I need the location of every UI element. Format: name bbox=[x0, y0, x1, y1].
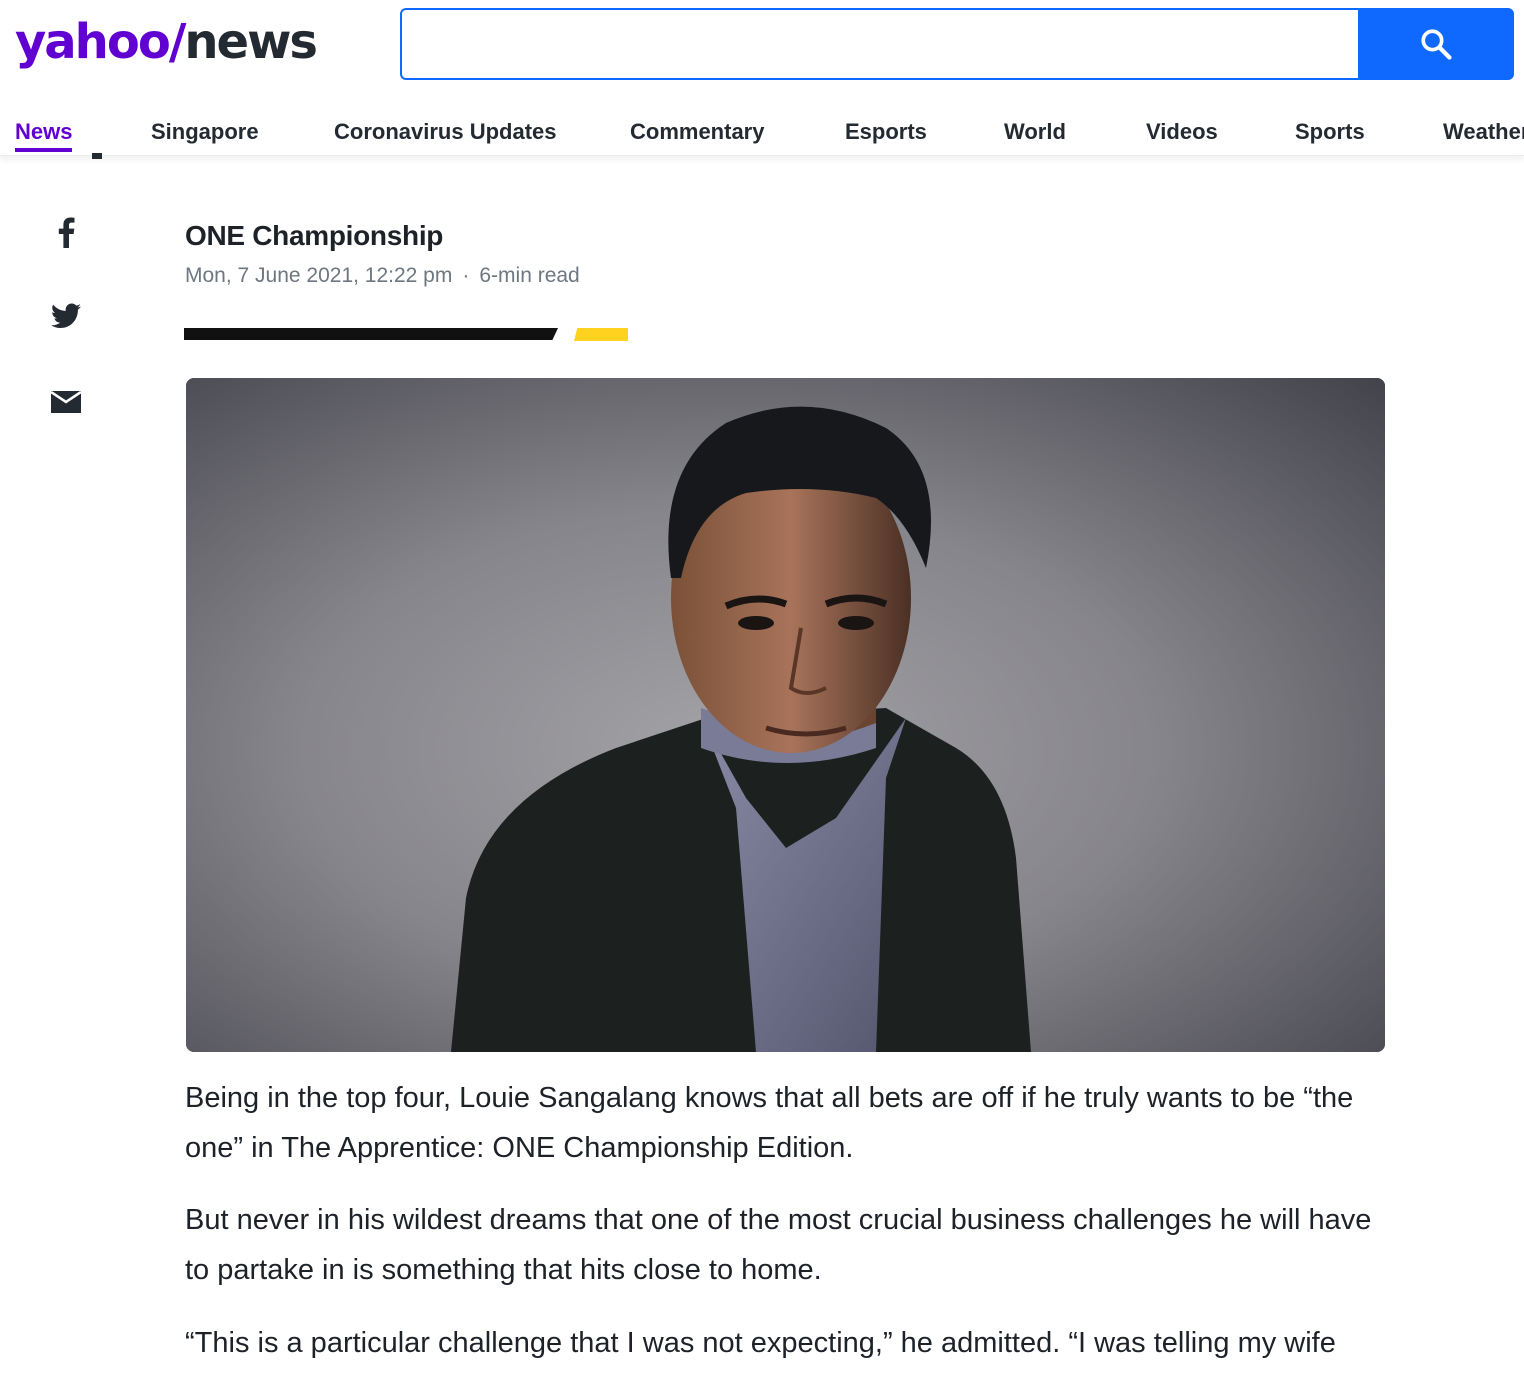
search-icon bbox=[1421, 29, 1452, 60]
article-date: Mon, 7 June 2021, 12:22 pm bbox=[185, 264, 453, 287]
nav-item-sports[interactable]: Sports bbox=[1295, 118, 1365, 146]
nav-item-videos[interactable]: Videos bbox=[1146, 118, 1218, 146]
search-box bbox=[400, 8, 1360, 80]
yahoo-news-logo[interactable]: yahoo/news bbox=[15, 12, 318, 72]
site-header: yahoo/news bbox=[0, 0, 1524, 100]
provider-brand-accent bbox=[574, 328, 628, 341]
provider-brand-bar bbox=[184, 328, 558, 340]
main-nav: News Singapore Coronavirus Updates Comme… bbox=[0, 100, 1524, 156]
facebook-icon bbox=[58, 217, 75, 248]
nav-item-coronavirus-updates[interactable]: Coronavirus Updates bbox=[334, 118, 557, 146]
logo-yahoo-text: yahoo bbox=[15, 14, 171, 70]
nav-divider-mark bbox=[92, 153, 102, 159]
share-email-button[interactable] bbox=[46, 382, 86, 422]
share-twitter-button[interactable] bbox=[46, 296, 86, 336]
article-provider[interactable]: ONE Championship bbox=[185, 218, 443, 254]
article-hero-image bbox=[186, 378, 1385, 1052]
nav-item-commentary[interactable]: Commentary bbox=[630, 118, 764, 146]
nav-active-indicator bbox=[15, 148, 72, 152]
article-paragraph-2: But never in his wildest dreams that one… bbox=[185, 1204, 1372, 1286]
nav-item-singapore[interactable]: Singapore bbox=[151, 118, 259, 146]
nav-item-news[interactable]: News bbox=[15, 118, 72, 146]
portrait-photo bbox=[186, 378, 1385, 1052]
article-paragraph-1: Being in the top four, Louie Sangalang k… bbox=[185, 1082, 1354, 1164]
article-meta: Mon, 7 June 2021, 12:22 pm · 6-min read bbox=[185, 262, 580, 290]
nav-item-weather[interactable]: Weather bbox=[1443, 118, 1524, 146]
search-input[interactable] bbox=[402, 10, 1360, 78]
nav-item-esports[interactable]: Esports bbox=[845, 118, 927, 146]
article-paragraph-3: “This is a particular challenge that I w… bbox=[185, 1327, 1336, 1359]
logo-news-text: news bbox=[184, 14, 318, 70]
twitter-icon bbox=[51, 303, 81, 328]
logo-slash: / bbox=[168, 14, 186, 70]
meta-separator: · bbox=[462, 264, 470, 287]
search-button[interactable] bbox=[1358, 8, 1514, 80]
share-facebook-button[interactable] bbox=[46, 212, 86, 252]
mail-icon bbox=[51, 391, 81, 413]
article-read-time: 6-min read bbox=[479, 264, 580, 287]
nav-item-world[interactable]: World bbox=[1004, 118, 1066, 146]
